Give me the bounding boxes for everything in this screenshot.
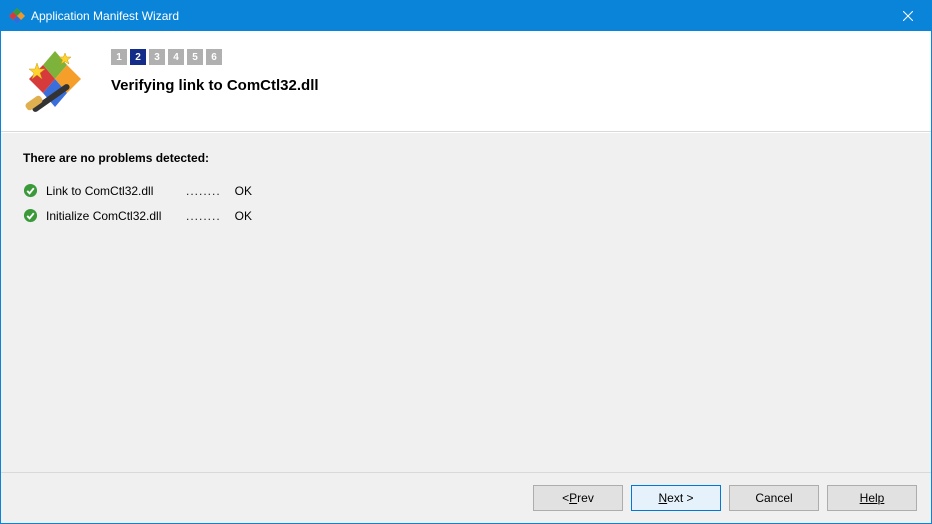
cancel-button[interactable]: Cancel bbox=[729, 485, 819, 511]
header-content: 123456 Verifying link to ComCtl32.dll bbox=[111, 49, 319, 94]
content-area: There are no problems detected: Link to … bbox=[1, 132, 931, 472]
window-title: Application Manifest Wizard bbox=[25, 9, 885, 23]
status-label: Initialize ComCtl32.dll bbox=[46, 209, 178, 223]
status-dots: ........ bbox=[186, 184, 221, 198]
status-heading: There are no problems detected: bbox=[23, 151, 909, 165]
wizard-header: 123456 Verifying link to ComCtl32.dll bbox=[1, 31, 931, 132]
step-6: 6 bbox=[206, 49, 222, 65]
step-5: 5 bbox=[187, 49, 203, 65]
status-dots: ........ bbox=[186, 209, 221, 223]
check-icon bbox=[23, 208, 38, 223]
status-value: OK bbox=[235, 184, 252, 198]
wizard-window: Application Manifest Wizard 123456 Ver bbox=[0, 0, 932, 524]
wizard-footer: < Prev Next > Cancel Help bbox=[1, 472, 931, 523]
status-label: Link to ComCtl32.dll bbox=[46, 184, 178, 198]
titlebar: Application Manifest Wizard bbox=[1, 1, 931, 31]
app-icon bbox=[9, 8, 25, 24]
page-title: Verifying link to ComCtl32.dll bbox=[111, 77, 319, 94]
status-row: Initialize ComCtl32.dll........ OK bbox=[23, 208, 909, 223]
close-icon bbox=[903, 11, 913, 21]
status-row: Link to ComCtl32.dll........ OK bbox=[23, 183, 909, 198]
status-list: Link to ComCtl32.dll........OKInitialize… bbox=[23, 183, 909, 223]
status-value: OK bbox=[235, 209, 252, 223]
step-indicator: 123456 bbox=[111, 49, 319, 65]
check-icon bbox=[23, 183, 38, 198]
step-2: 2 bbox=[130, 49, 146, 65]
step-1: 1 bbox=[111, 49, 127, 65]
step-3: 3 bbox=[149, 49, 165, 65]
wizard-icon bbox=[23, 49, 87, 113]
close-button[interactable] bbox=[885, 1, 931, 31]
help-button[interactable]: Help bbox=[827, 485, 917, 511]
next-button[interactable]: Next > bbox=[631, 485, 721, 511]
step-4: 4 bbox=[168, 49, 184, 65]
prev-button[interactable]: < Prev bbox=[533, 485, 623, 511]
